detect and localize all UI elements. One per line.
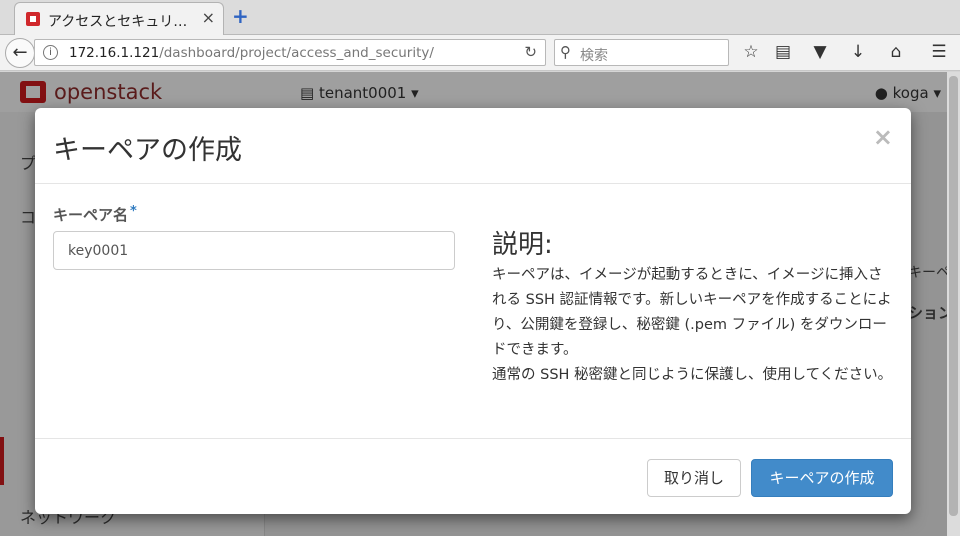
menu-icon[interactable]: ☰ <box>928 41 950 63</box>
cancel-button[interactable]: 取り消し <box>647 459 741 497</box>
modal-footer: 取り消し キーペアの作成 <box>35 438 911 514</box>
keypair-name-label: キーペア名 * <box>53 204 137 225</box>
browser-tab[interactable]: アクセスとセキュリ… × <box>14 2 224 35</box>
scrollbar-thumb[interactable] <box>949 76 958 516</box>
page-scrollbar[interactable] <box>947 72 960 536</box>
back-icon[interactable]: ← <box>5 38 35 68</box>
new-tab-icon[interactable]: + <box>232 5 249 27</box>
bookmark-star-icon[interactable]: ☆ <box>740 41 762 63</box>
browser-navigation-bar: ← i 172.16.1.121/dashboard/project/acces… <box>0 35 960 71</box>
tab-title: アクセスとセキュリ… <box>48 14 188 30</box>
required-mark: * <box>130 204 137 219</box>
modal-header: キーペアの作成 × <box>35 108 911 184</box>
description-note: 通常の SSH 秘密鍵と同じように保護し、使用してください。 <box>492 367 893 383</box>
search-bar[interactable]: ⚲ 検索 <box>554 39 729 66</box>
reading-list-icon[interactable]: ▤ <box>772 41 794 63</box>
download-icon[interactable]: ↓ <box>847 41 869 63</box>
keypair-name-label-text: キーペア名 <box>53 206 129 224</box>
modal-title: キーペアの作成 <box>53 135 242 166</box>
url-bar[interactable]: i 172.16.1.121/dashboard/project/access_… <box>34 39 546 66</box>
home-icon[interactable]: ⌂ <box>885 41 907 63</box>
url-host: 172.16.1.121 <box>69 45 160 61</box>
info-icon[interactable]: i <box>43 45 58 60</box>
search-icon: ⚲ <box>560 43 571 61</box>
description-title: 説明: <box>492 230 553 260</box>
openstack-favicon-icon <box>26 12 40 26</box>
url-path: /dashboard/project/access_and_security/ <box>159 45 434 61</box>
description-text: キーペアは、イメージが起動するときに、イメージに挿入される SSH 認証情報です… <box>492 267 892 358</box>
keypair-name-input[interactable] <box>53 231 455 270</box>
tab-close-icon[interactable]: × <box>202 9 215 27</box>
create-keypair-modal: キーペアの作成 × キーペア名* 説明: キーペアは、イメージが起動するときに、… <box>35 108 911 514</box>
reload-icon[interactable]: ↻ <box>524 43 537 61</box>
search-placeholder: 検索 <box>580 48 608 64</box>
create-keypair-button[interactable]: キーペアの作成 <box>751 459 893 497</box>
url-text: 172.16.1.121/dashboard/project/access_an… <box>69 45 434 61</box>
browser-tab-bar: アクセスとセキュリ… × + <box>0 0 960 35</box>
pocket-icon[interactable]: ▼ <box>809 41 831 63</box>
close-icon[interactable]: × <box>873 124 893 150</box>
